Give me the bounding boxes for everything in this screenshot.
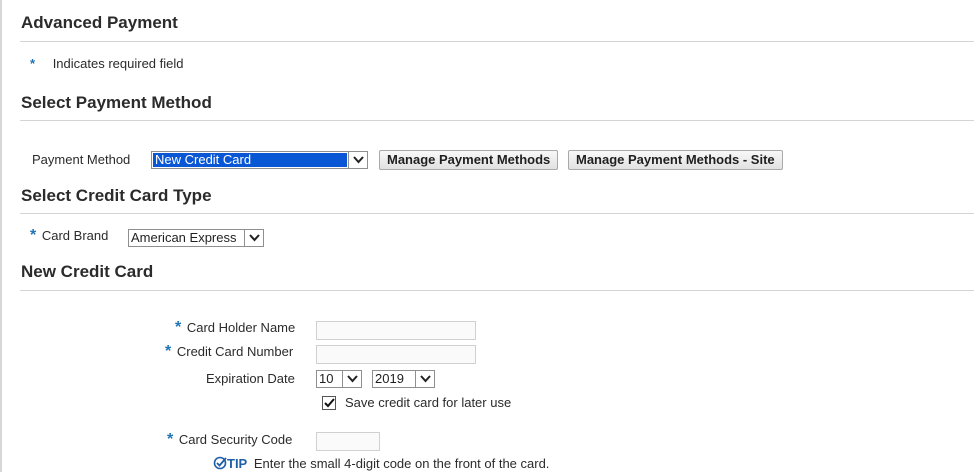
required-marker: * (167, 431, 174, 448)
manage-payment-methods-button[interactable]: Manage Payment Methods (379, 150, 559, 170)
credit-card-number-input[interactable] (316, 345, 476, 364)
security-code-label-group: * Card Security Code (167, 431, 292, 449)
tip-line: TIP Enter the small 4-digit code on the … (213, 456, 549, 473)
section-title-new-card: New Credit Card (21, 262, 154, 281)
expiration-month-value: 10 (319, 371, 334, 386)
tip-check-icon (213, 456, 227, 473)
card-holder-name-input[interactable] (316, 321, 476, 340)
required-marker: * (30, 56, 36, 71)
chevron-down-icon[interactable] (244, 230, 263, 246)
page-frame-border (0, 0, 2, 472)
card-holder-label: Card Holder Name (186, 320, 296, 335)
payment-method-label: Payment Method (32, 152, 131, 167)
section-title-card-type: Select Credit Card Type (21, 186, 212, 205)
chevron-down-icon[interactable] (415, 371, 434, 387)
expiration-year-value: 2019 (375, 371, 404, 386)
required-marker: * (165, 343, 172, 360)
card-security-code-input[interactable] (316, 432, 380, 451)
card-brand-label: Card Brand (41, 228, 109, 243)
expiration-month-select[interactable]: 10 (316, 370, 362, 388)
manage-payment-methods-site-button[interactable]: Manage Payment Methods - Site (568, 150, 783, 170)
chevron-down-icon[interactable] (348, 152, 367, 168)
required-note-text: Indicates required field (52, 56, 184, 71)
divider (20, 213, 974, 214)
required-marker: * (175, 319, 182, 336)
save-card-checkbox[interactable] (322, 396, 336, 410)
required-marker: * (30, 227, 37, 244)
payment-method-selected-value: New Credit Card (153, 153, 347, 167)
payment-method-select[interactable]: New Credit Card (151, 151, 368, 169)
divider (20, 290, 974, 291)
card-brand-label-group: * Card Brand (30, 227, 108, 245)
card-brand-selected-value: American Express (131, 230, 237, 245)
chevron-down-icon[interactable] (342, 371, 361, 387)
card-number-label-group: * Credit Card Number (165, 343, 293, 361)
tip-label: TIP (227, 456, 248, 471)
divider (20, 120, 974, 121)
save-card-label: Save credit card for later use (345, 395, 512, 410)
expiration-date-label: Expiration Date (206, 371, 295, 386)
tip-text: Enter the small 4-digit code on the fron… (253, 456, 550, 471)
card-number-label: Credit Card Number (176, 344, 294, 359)
card-holder-label-group: * Card Holder Name (175, 319, 295, 337)
card-brand-select[interactable]: American Express (128, 229, 264, 247)
section-title-payment-method: Select Payment Method (21, 93, 212, 112)
checkmark-icon (323, 398, 335, 408)
divider (20, 41, 974, 42)
page-title: Advanced Payment (21, 13, 178, 32)
security-code-label: Card Security Code (178, 432, 293, 447)
required-note: * Indicates required field (30, 56, 184, 71)
expiration-year-select[interactable]: 2019 (372, 370, 435, 388)
